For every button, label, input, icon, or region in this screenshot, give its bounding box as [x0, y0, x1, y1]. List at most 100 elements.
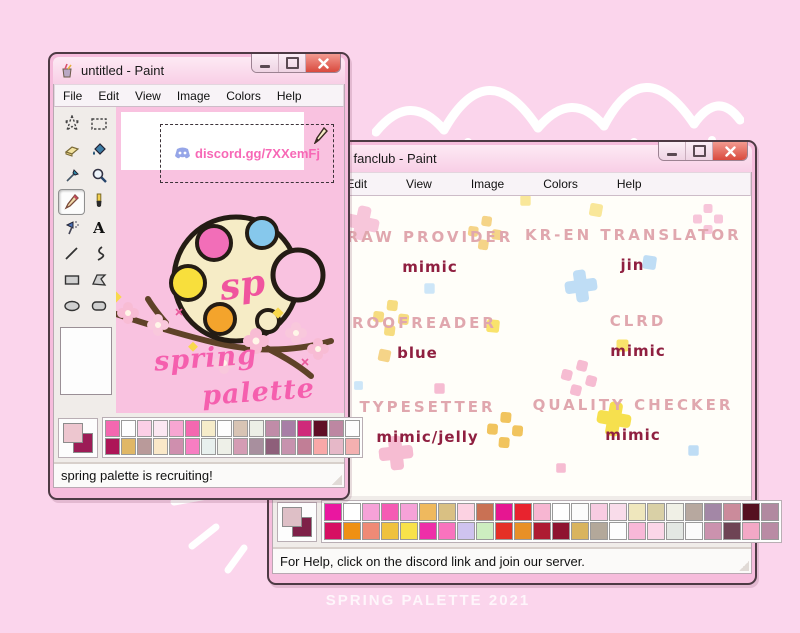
resize-grip[interactable] — [739, 561, 749, 571]
discord-link[interactable]: discord.gg/7XXemFj — [174, 146, 320, 161]
tool-select-button[interactable] — [85, 111, 112, 137]
menu-colors[interactable]: Colors — [543, 177, 578, 191]
palette-swatch[interactable] — [201, 420, 216, 437]
tool-polygon-button[interactable] — [85, 267, 112, 293]
palette-swatch[interactable] — [438, 522, 456, 540]
menu-edit[interactable]: Edit — [90, 89, 127, 103]
palette-swatch[interactable] — [495, 522, 513, 540]
palette-swatch[interactable] — [281, 420, 296, 437]
menu-help[interactable]: Help — [617, 177, 642, 191]
tool-free-form-select-button[interactable] — [58, 111, 85, 137]
tool-color-picker-button[interactable] — [58, 163, 85, 189]
menu-colors[interactable]: Colors — [218, 89, 269, 103]
palette-swatch[interactable] — [438, 503, 456, 521]
palette-swatch[interactable] — [381, 503, 399, 521]
palette-swatch[interactable] — [105, 420, 120, 437]
palette-swatch[interactable] — [362, 522, 380, 540]
tool-options-panel[interactable] — [60, 327, 112, 395]
tool-ellipse-button[interactable] — [58, 293, 85, 319]
palette-swatch[interactable] — [761, 503, 779, 521]
tool-eraser-button[interactable] — [58, 137, 85, 163]
palette-swatch[interactable] — [153, 438, 168, 455]
maximize-button[interactable] — [686, 142, 713, 160]
palette-swatch[interactable] — [685, 522, 703, 540]
palette-swatch[interactable] — [609, 522, 627, 540]
palette-swatch[interactable] — [329, 420, 344, 437]
palette-swatch[interactable] — [329, 438, 344, 455]
palette-swatch[interactable] — [233, 420, 248, 437]
palette-swatch[interactable] — [297, 420, 312, 437]
palette-swatch[interactable] — [533, 503, 551, 521]
palette-swatch[interactable] — [343, 522, 361, 540]
palette-swatch[interactable] — [313, 420, 328, 437]
palette-swatch[interactable] — [666, 503, 684, 521]
palette-swatch[interactable] — [137, 438, 152, 455]
menu-view[interactable]: View — [127, 89, 169, 103]
palette-swatch[interactable] — [685, 503, 703, 521]
palette-swatch[interactable] — [137, 420, 152, 437]
palette-swatch[interactable] — [457, 503, 475, 521]
maximize-button[interactable] — [279, 54, 306, 72]
palette-swatch[interactable] — [313, 438, 328, 455]
palette-swatch[interactable] — [121, 438, 136, 455]
palette-swatch[interactable] — [362, 503, 380, 521]
palette-swatch[interactable] — [704, 503, 722, 521]
discord-link-selection[interactable]: discord.gg/7XXemFj — [160, 124, 334, 183]
menu-help[interactable]: Help — [269, 89, 310, 103]
palette-swatch[interactable] — [514, 522, 532, 540]
left-paint-canvas[interactable]: sp — [116, 107, 344, 413]
palette-swatch[interactable] — [233, 438, 248, 455]
palette-swatch[interactable] — [324, 503, 342, 521]
palette-swatch[interactable] — [533, 522, 551, 540]
palette-swatch[interactable] — [552, 503, 570, 521]
palette-swatch[interactable] — [201, 438, 216, 455]
palette-swatch[interactable] — [723, 522, 741, 540]
palette-swatch[interactable] — [265, 438, 280, 455]
palette-swatch[interactable] — [249, 420, 264, 437]
palette-swatch[interactable] — [400, 522, 418, 540]
palette-swatch[interactable] — [590, 522, 608, 540]
palette-swatch[interactable] — [609, 503, 627, 521]
palette-swatch[interactable] — [571, 522, 589, 540]
palette-swatch[interactable] — [381, 522, 399, 540]
tool-text-button[interactable]: A — [85, 215, 112, 241]
menu-image[interactable]: Image — [471, 177, 504, 191]
palette-swatch[interactable] — [343, 503, 361, 521]
palette-swatch[interactable] — [169, 438, 184, 455]
palette-swatch[interactable] — [169, 420, 184, 437]
palette-swatch[interactable] — [419, 503, 437, 521]
tool-rounded-rectangle-button[interactable] — [85, 293, 112, 319]
palette-swatch[interactable] — [105, 438, 120, 455]
palette-swatch[interactable] — [121, 420, 136, 437]
tool-curve-button[interactable] — [85, 241, 112, 267]
minimize-button[interactable] — [659, 142, 686, 160]
tool-magnifier-button[interactable] — [85, 163, 112, 189]
palette-swatch[interactable] — [185, 438, 200, 455]
palette-swatch[interactable] — [647, 503, 665, 521]
palette-swatch[interactable] — [400, 503, 418, 521]
palette-swatch[interactable] — [552, 522, 570, 540]
palette-swatch[interactable] — [723, 503, 741, 521]
palette-swatch[interactable] — [666, 522, 684, 540]
palette-swatch[interactable] — [476, 522, 494, 540]
palette-swatch[interactable] — [571, 503, 589, 521]
palette-swatch[interactable] — [590, 503, 608, 521]
palette-swatch[interactable] — [419, 522, 437, 540]
tool-line-button[interactable] — [58, 241, 85, 267]
palette-swatch[interactable] — [476, 503, 494, 521]
tool-rectangle-button[interactable] — [58, 267, 85, 293]
palette-swatch[interactable] — [153, 420, 168, 437]
left-titlebar[interactable]: untitled - Paint — [53, 57, 345, 84]
palette-swatch[interactable] — [761, 522, 779, 540]
menu-view[interactable]: View — [406, 177, 432, 191]
palette-swatch[interactable] — [265, 420, 280, 437]
palette-swatch[interactable] — [457, 522, 475, 540]
palette-swatch[interactable] — [185, 420, 200, 437]
palette-swatch[interactable] — [281, 438, 296, 455]
palette-swatch[interactable] — [742, 522, 760, 540]
palette-swatch[interactable] — [647, 522, 665, 540]
tool-brush-button[interactable] — [85, 189, 112, 215]
palette-swatch[interactable] — [628, 503, 646, 521]
resize-grip[interactable] — [332, 475, 342, 485]
menu-file[interactable]: File — [55, 89, 90, 103]
